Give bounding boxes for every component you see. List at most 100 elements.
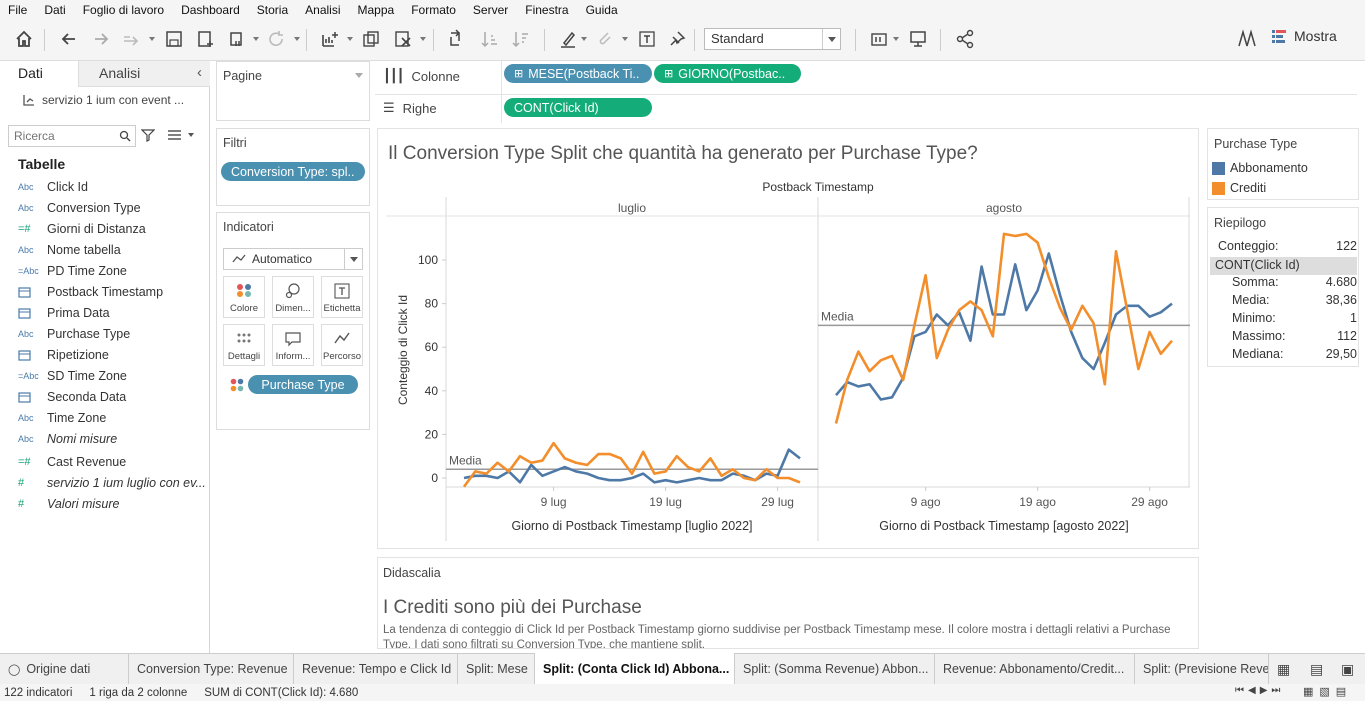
- field-item[interactable]: Abc Nome tabella: [18, 240, 208, 260]
- group-members-icon[interactable]: [593, 27, 617, 51]
- legend-item-abbonamento[interactable]: Abbonamento: [1212, 161, 1308, 175]
- new-dashboard-tab-icon[interactable]: ▤: [1310, 661, 1323, 678]
- mark-type-select[interactable]: Automatico: [223, 248, 363, 270]
- filter-icon[interactable]: [141, 128, 155, 142]
- columns-shelf[interactable]: ┃┃┃ Colonne ⊞ MESE(Postback Ti.. ⊞ GIORNO(P…: [375, 61, 1357, 95]
- field-item[interactable]: Abc Purchase Type: [18, 324, 208, 344]
- show-labels-icon[interactable]: [635, 27, 659, 51]
- menu-item[interactable]: Dashboard: [181, 3, 240, 17]
- purchase-type-pill[interactable]: Purchase Type: [248, 375, 358, 394]
- menu-item[interactable]: File: [8, 3, 27, 17]
- menu-item[interactable]: Formato: [411, 3, 456, 17]
- size-button[interactable]: Dimen...: [272, 276, 314, 318]
- tab-data[interactable]: Dati: [0, 61, 78, 87]
- new-worksheet-icon[interactable]: [318, 27, 342, 51]
- chevron-down-icon[interactable]: [355, 73, 363, 78]
- refresh-icon[interactable]: [264, 27, 288, 51]
- search-field[interactable]: [8, 125, 136, 147]
- field-item[interactable]: =Abc PD Time Zone: [18, 261, 208, 281]
- menu-item[interactable]: Storia: [257, 3, 288, 17]
- field-item[interactable]: # Valori misure: [18, 494, 208, 514]
- field-type-icon: #: [18, 477, 25, 489]
- sort-descending-icon[interactable]: [509, 27, 533, 51]
- count-row-pill[interactable]: CONT(Click Id): [504, 98, 652, 117]
- save-icon[interactable]: [162, 27, 186, 51]
- field-item[interactable]: Abc Conversion Type: [18, 198, 208, 218]
- menu-item[interactable]: Analisi: [305, 3, 340, 17]
- field-item[interactable]: Postback Timestamp: [18, 282, 208, 302]
- bookshelf-icon[interactable]: [1235, 27, 1259, 51]
- fit-select[interactable]: Standard: [704, 28, 841, 50]
- color-label: Colore: [230, 303, 258, 314]
- field-item[interactable]: Ripetizione: [18, 345, 208, 365]
- pages-card[interactable]: Pagine: [216, 61, 370, 121]
- sheet-navigation-icons[interactable]: ⏮◀▶⏭: [1235, 685, 1284, 696]
- filters-title: Filtri: [223, 136, 247, 150]
- tab-split-month[interactable]: Split: Mese: [458, 654, 535, 684]
- tab-revenue-subscription[interactable]: Revenue: Abbonamento/Credit...: [935, 654, 1135, 684]
- tab-split-forecast[interactable]: Split: (Previsione Rever: [1135, 654, 1269, 684]
- list-view-icon[interactable]: [168, 130, 181, 140]
- rows-shelf[interactable]: ☰ Righe CONT(Click Id): [375, 95, 1357, 123]
- duplicate-icon[interactable]: [359, 27, 383, 51]
- menu-item[interactable]: Finestra: [525, 3, 568, 17]
- summary-measure[interactable]: CONT(Click Id): [1210, 257, 1357, 275]
- new-worksheet-tab-icon[interactable]: ▦: [1277, 661, 1290, 678]
- field-item[interactable]: Prima Data: [18, 303, 208, 323]
- tab-split-count-active[interactable]: Split: (Conta Click Id) Abbona...: [535, 653, 735, 684]
- summary-row: Minimo: 1: [1218, 311, 1357, 325]
- search-input[interactable]: [14, 127, 114, 145]
- label-button[interactable]: Etichetta: [321, 276, 363, 318]
- marks-card: Indicatori Automatico Colore Dimen... Et…: [216, 212, 370, 430]
- show-cards-icon[interactable]: [867, 27, 891, 51]
- menu-item[interactable]: Mappa: [358, 3, 395, 17]
- legend-item-crediti[interactable]: Crediti: [1212, 181, 1266, 195]
- tab-conversion-revenue[interactable]: Conversion Type: Revenue: [129, 654, 294, 684]
- undo-icon[interactable]: [57, 27, 81, 51]
- menu-item[interactable]: Dati: [44, 3, 65, 17]
- sort-ascending-icon[interactable]: [478, 27, 502, 51]
- show-me-button[interactable]: Mostra: [1272, 28, 1337, 44]
- chevron-down-icon[interactable]: [822, 29, 840, 49]
- tab-datasource[interactable]: ◯ Origine dati: [0, 654, 129, 684]
- view-mode-icons[interactable]: ▦▧▤: [1303, 685, 1352, 698]
- swap-icon[interactable]: [445, 27, 469, 51]
- menu-item[interactable]: Foglio di lavoro: [83, 3, 164, 17]
- color-button[interactable]: Colore: [223, 276, 265, 318]
- field-item[interactable]: Abc Nomi misure: [18, 429, 208, 449]
- pin-icon[interactable]: [665, 27, 689, 51]
- filters-card[interactable]: Filtri Conversion Type: spl..: [216, 128, 370, 206]
- path-button[interactable]: Percorso: [321, 324, 363, 366]
- detail-button[interactable]: Dettagli: [223, 324, 265, 366]
- field-item[interactable]: =# Cast Revenue: [18, 452, 208, 472]
- new-story-tab-icon[interactable]: ▣: [1341, 661, 1354, 678]
- pause-updates-icon[interactable]: [225, 27, 249, 51]
- menu-item[interactable]: Server: [473, 3, 508, 17]
- field-item[interactable]: Abc Time Zone: [18, 408, 208, 428]
- chevron-down-icon[interactable]: [188, 133, 194, 137]
- clear-sheet-icon[interactable]: [391, 27, 415, 51]
- menu-item[interactable]: Guida: [586, 3, 618, 17]
- highlight-icon[interactable]: [556, 27, 580, 51]
- tab-split-sum[interactable]: Split: (Somma Revenue) Abbon...: [735, 654, 935, 684]
- tab-analytics[interactable]: Analisi ‹: [78, 61, 210, 87]
- share-icon[interactable]: [953, 27, 977, 51]
- field-item[interactable]: Abc Click Id: [18, 177, 208, 197]
- redo-icon[interactable]: [89, 27, 113, 51]
- field-item[interactable]: =# Giorni di Distanza: [18, 219, 208, 239]
- presentation-icon[interactable]: [906, 27, 930, 51]
- day-column-pill[interactable]: ⊞ GIORNO(Postbac..: [654, 64, 801, 83]
- field-item[interactable]: Seconda Data: [18, 387, 208, 407]
- datasource-item[interactable]: servizio 1 ium con event ...: [22, 93, 184, 107]
- new-datasource-icon[interactable]: [194, 27, 218, 51]
- chevron-down-icon[interactable]: [350, 257, 358, 262]
- tooltip-button[interactable]: Inform...: [272, 324, 314, 366]
- tab-revenue-time[interactable]: Revenue: Tempo e Click Id: [294, 654, 458, 684]
- field-item[interactable]: =Abc SD Time Zone: [18, 366, 208, 386]
- field-item[interactable]: # servizio 1 ium luglio con ev...: [18, 473, 208, 493]
- collapse-icon[interactable]: ‹: [197, 64, 202, 81]
- home-icon[interactable]: [12, 27, 36, 51]
- filter-pill[interactable]: Conversion Type: spl..: [221, 162, 365, 181]
- month-column-pill[interactable]: ⊞ MESE(Postback Ti..: [504, 64, 652, 83]
- replay-icon[interactable]: [119, 27, 143, 51]
